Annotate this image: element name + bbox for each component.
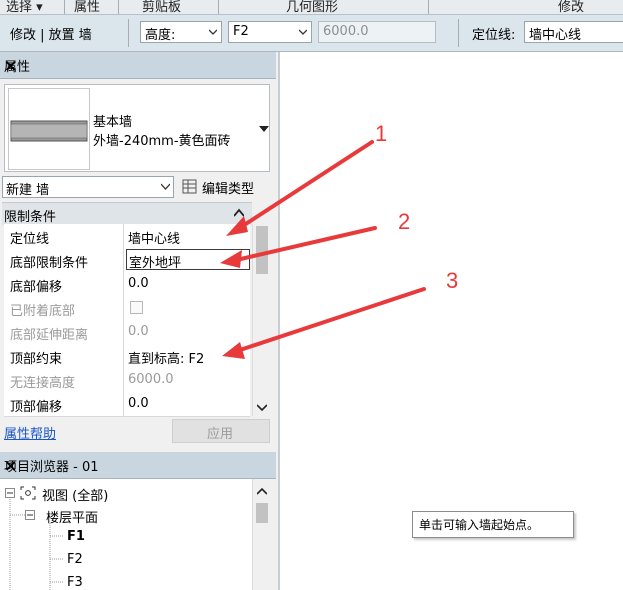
annotation-label-2: 2 xyxy=(398,209,411,234)
annotation-label-1: 1 xyxy=(375,121,388,146)
annotation-label-3: 3 xyxy=(446,268,459,293)
annotation-arrows xyxy=(220,140,426,359)
